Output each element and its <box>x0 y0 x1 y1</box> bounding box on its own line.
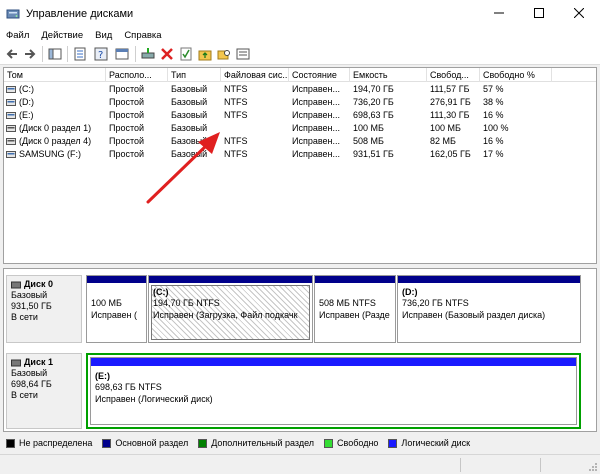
back-arrow-icon <box>6 49 17 59</box>
check-document-icon <box>180 47 192 61</box>
disk-map: Диск 0 Базовый 931,50 ГБ В сети 100 МБ И… <box>3 268 597 432</box>
table-row[interactable]: (E:) Простой Базовый NTFS Исправен... 69… <box>4 109 596 122</box>
volume-list-header: Том Располо... Тип Файловая сис... Состо… <box>4 68 596 82</box>
table-row[interactable]: (Диск 0 раздел 4) Простой Базовый NTFS И… <box>4 135 596 148</box>
minimize-icon <box>494 12 504 14</box>
close-button[interactable] <box>562 0 596 26</box>
disk-1-label[interactable]: Диск 1 Базовый 698,64 ГБ В сети <box>6 353 82 429</box>
folder-up-button[interactable] <box>197 46 213 62</box>
column-header-volume[interactable]: Том <box>4 68 106 82</box>
console-tree-icon <box>48 48 62 60</box>
drive-icon <box>6 99 16 106</box>
partition-d-drive[interactable]: (D:) 736,20 ГБ NTFS Исправен (Базовый ра… <box>397 275 581 343</box>
disk-icon <box>11 281 21 288</box>
resize-grip-icon[interactable] <box>588 462 598 472</box>
disk-icon <box>11 359 21 366</box>
column-header-free[interactable]: Свобод... <box>427 68 480 82</box>
properties-button[interactable] <box>72 46 88 62</box>
forward-button[interactable] <box>22 46 38 62</box>
partition-disk0-1[interactable]: 100 МБ Исправен ( <box>86 275 147 343</box>
connect-drive-button[interactable] <box>140 46 156 62</box>
checkmark-button[interactable] <box>178 46 194 62</box>
extended-partition: (E:) 698,63 ГБ NTFS Исправен (Логический… <box>86 353 581 429</box>
menu-bar: Файл Действие Вид Справка <box>0 27 600 43</box>
svg-text:?: ? <box>98 50 103 61</box>
column-header-status[interactable]: Состояние <box>289 68 350 82</box>
annotation-arrow <box>146 132 220 204</box>
connect-drive-icon <box>141 48 155 59</box>
view-list-button[interactable] <box>235 46 251 62</box>
help-icon: ? <box>94 47 108 61</box>
column-header-capacity[interactable]: Емкость <box>350 68 427 82</box>
minimize-button[interactable] <box>482 0 516 26</box>
menu-action[interactable]: Действие <box>41 30 83 41</box>
console-tree-button[interactable] <box>47 46 63 62</box>
back-button[interactable] <box>4 46 20 62</box>
table-row[interactable]: (Диск 0 раздел 1) Простой Базовый Исправ… <box>4 122 596 135</box>
legend-item: Свободно <box>324 438 378 448</box>
toolbar: ? <box>0 43 600 65</box>
legend-item: Не распределена <box>6 438 92 448</box>
delete-icon <box>161 48 173 60</box>
partition-c-drive[interactable]: (C:) 194,70 ГБ NTFS Исправен (Загрузка, … <box>148 275 313 343</box>
legend-item: Дополнительный раздел <box>198 438 314 448</box>
column-header-filesystem[interactable]: Файловая сис... <box>221 68 289 82</box>
help-button[interactable]: ? <box>93 46 109 62</box>
view-list-icon <box>236 48 250 60</box>
window-title: Управление дисками <box>26 7 134 20</box>
table-row[interactable]: (C:) Простой Базовый NTFS Исправен... 19… <box>4 83 596 96</box>
status-bar <box>0 454 600 474</box>
menu-file[interactable]: Файл <box>6 30 29 41</box>
table-row[interactable]: SAMSUNG (F:) Простой Базовый NTFS Исправ… <box>4 148 596 161</box>
properties-icon <box>74 47 86 61</box>
pane-icon <box>115 48 129 60</box>
maximize-icon <box>534 8 544 18</box>
table-row[interactable]: (D:) Простой Базовый NTFS Исправен... 73… <box>4 96 596 109</box>
column-header-layout[interactable]: Располо... <box>106 68 168 82</box>
partition-e-drive[interactable]: (E:) 698,63 ГБ NTFS Исправен (Логический… <box>90 357 577 425</box>
drive-icon <box>6 112 16 119</box>
folder-up-icon <box>198 50 212 61</box>
search-folder-icon <box>217 50 230 60</box>
menu-view[interactable]: Вид <box>95 30 112 41</box>
legend-item: Логический диск <box>388 438 470 448</box>
drive-icon <box>6 151 16 158</box>
maximize-button[interactable] <box>522 0 556 26</box>
column-header-free-percent[interactable]: Свободно % <box>480 68 552 82</box>
drive-icon <box>6 125 16 132</box>
title-bar: Управление дисками <box>0 0 600 27</box>
partition-disk0-4[interactable]: 508 МБ NTFS Исправен (Разде <box>314 275 396 343</box>
disk-0-label[interactable]: Диск 0 Базовый 931,50 ГБ В сети <box>6 275 82 343</box>
legend: Не распределена Основной раздел Дополнит… <box>0 432 600 454</box>
drive-icon <box>6 86 16 93</box>
search-folder-button[interactable] <box>216 46 232 62</box>
volume-list[interactable]: Том Располо... Тип Файловая сис... Состо… <box>3 67 597 264</box>
drive-icon <box>6 138 16 145</box>
show-pane-button[interactable] <box>114 46 130 62</box>
forward-arrow-icon <box>25 49 36 59</box>
delete-button[interactable] <box>159 46 175 62</box>
close-icon <box>574 8 584 18</box>
legend-item: Основной раздел <box>102 438 188 448</box>
menu-help[interactable]: Справка <box>124 30 161 41</box>
disk-management-icon <box>6 9 20 18</box>
column-header-type[interactable]: Тип <box>168 68 221 82</box>
